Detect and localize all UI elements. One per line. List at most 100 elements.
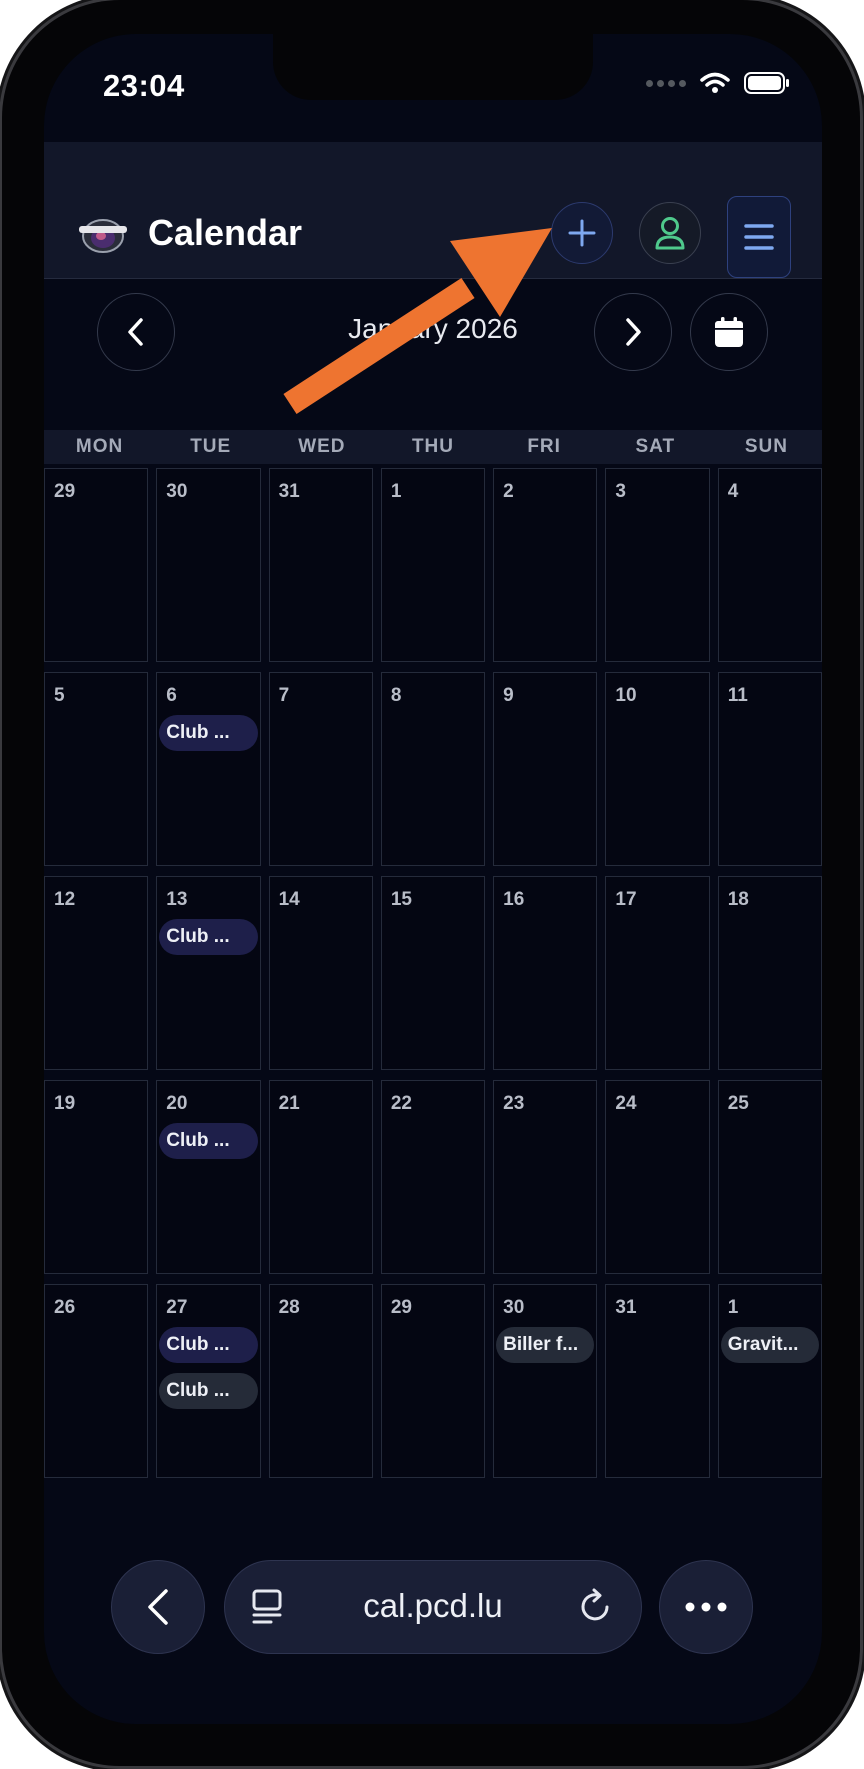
day-cell[interactable]: 3 <box>605 468 710 662</box>
day-number: 6 <box>166 685 177 706</box>
day-cell[interactable]: 16 <box>493 876 598 1070</box>
day-cell[interactable]: 31 <box>605 1284 710 1478</box>
day-cell[interactable]: 8 <box>380 672 486 866</box>
weekday-label: WED <box>298 436 346 457</box>
day-number: 13 <box>166 889 188 910</box>
event-chip[interactable]: Club ... <box>159 1327 258 1363</box>
day-cell[interactable]: 10 <box>605 672 710 866</box>
app-header: Calendar <box>44 142 822 279</box>
event-chip[interactable]: Club ... <box>159 919 258 955</box>
day-cell[interactable]: 27 Club ... Club ... <box>156 1284 261 1478</box>
day-cell[interactable]: 23 <box>493 1080 598 1274</box>
day-number: 23 <box>503 1093 525 1114</box>
day-cell[interactable]: 29 <box>44 468 149 662</box>
day-cell[interactable]: 1 <box>380 468 486 662</box>
browser-more-button[interactable] <box>659 1560 753 1654</box>
weekday-label: SAT <box>635 436 676 457</box>
day-number: 10 <box>615 685 637 706</box>
today-button[interactable] <box>690 293 768 371</box>
day-cell[interactable]: 9 <box>493 672 598 866</box>
day-cell[interactable]: 20 Club ... <box>156 1080 261 1274</box>
day-cell[interactable]: 25 <box>717 1080 822 1274</box>
event-chip[interactable]: Gravit... <box>720 1327 819 1363</box>
status-time: 23:04 <box>103 68 185 103</box>
day-cell[interactable]: 24 <box>605 1080 710 1274</box>
event-chip[interactable]: Biller f... <box>496 1327 595 1363</box>
weekday-label: TUE <box>190 436 232 457</box>
day-cell[interactable]: 30 <box>156 468 261 662</box>
hamburger-icon <box>744 224 774 250</box>
day-number: 20 <box>166 1093 188 1114</box>
day-cell[interactable]: 15 <box>380 876 486 1070</box>
event-chip[interactable]: Club ... <box>159 1373 258 1409</box>
day-cell[interactable]: 18 <box>717 876 822 1070</box>
week-row: 19 20 Club ... 21 22 23 24 25 <box>44 1080 822 1274</box>
day-cell[interactable]: 19 <box>44 1080 149 1274</box>
calendar-icon <box>715 317 743 347</box>
month-navigation: January 2026 <box>44 279 822 415</box>
day-cell[interactable]: 5 <box>44 672 149 866</box>
day-cell[interactable]: 12 <box>44 876 149 1070</box>
day-number: 14 <box>278 889 300 910</box>
day-cell[interactable]: 1 Gravit... <box>717 1284 822 1478</box>
day-number: 1 <box>727 1297 739 1318</box>
weekday-label: FRI <box>527 436 561 457</box>
day-number: 27 <box>166 1297 188 1318</box>
day-number: 16 <box>503 889 525 910</box>
screen: 23:04 Calendar January 2026 MON TUE WED … <box>44 34 822 1724</box>
plus-icon <box>568 219 596 247</box>
day-cell[interactable]: 6 Club ... <box>156 672 261 866</box>
more-icon <box>685 1602 727 1612</box>
browser-back-button[interactable] <box>111 1560 205 1654</box>
day-number: 31 <box>278 481 300 502</box>
day-cell[interactable]: 21 <box>268 1080 373 1274</box>
day-number: 25 <box>727 1093 749 1114</box>
day-cell[interactable]: 17 <box>605 876 710 1070</box>
event-chip[interactable]: Club ... <box>159 1123 258 1159</box>
weekday-label: THU <box>411 436 455 457</box>
user-profile-button[interactable] <box>639 202 701 264</box>
day-cell[interactable]: 26 <box>44 1284 149 1478</box>
day-number: 18 <box>727 889 749 910</box>
notch <box>273 34 593 100</box>
day-number: 30 <box>503 1297 525 1318</box>
cellular-signal-icon <box>646 79 686 87</box>
day-cell[interactable]: 7 <box>268 672 373 866</box>
day-cell[interactable]: 22 <box>380 1080 486 1274</box>
menu-button[interactable] <box>727 196 791 278</box>
day-number: 2 <box>503 481 514 502</box>
day-cell[interactable]: 29 <box>380 1284 486 1478</box>
day-cell[interactable]: 11 <box>717 672 822 866</box>
address-bar[interactable]: cal.pcd.lu <box>224 1560 642 1654</box>
weekday-label: MON <box>75 436 124 457</box>
day-cell[interactable]: 31 <box>268 468 373 662</box>
back-arrow-icon <box>148 1589 168 1625</box>
day-cell[interactable]: 30 Biller f... <box>493 1284 598 1478</box>
weekday-label: SUN <box>744 436 788 457</box>
day-cell[interactable]: 4 <box>717 468 822 662</box>
wifi-icon <box>700 72 730 93</box>
weekday-header: MON TUE WED THU FRI SAT SUN <box>44 430 822 464</box>
day-cell[interactable]: 2 <box>493 468 598 662</box>
day-number: 15 <box>390 889 412 910</box>
week-row: 29 30 31 1 2 3 4 <box>44 468 822 662</box>
day-number: 11 <box>727 685 748 706</box>
day-cell[interactable]: 28 <box>268 1284 373 1478</box>
battery-icon <box>744 72 789 94</box>
day-cell[interactable]: 14 <box>268 876 373 1070</box>
next-month-button[interactable] <box>594 293 672 371</box>
club-logo-icon[interactable] <box>76 214 130 254</box>
reload-icon[interactable] <box>577 1587 613 1625</box>
day-number: 24 <box>615 1093 637 1114</box>
event-chip[interactable]: Club ... <box>159 715 258 751</box>
day-number: 12 <box>54 889 76 910</box>
day-number: 7 <box>278 685 290 706</box>
add-event-button[interactable] <box>551 202 613 264</box>
day-number: 4 <box>727 481 739 502</box>
day-cell[interactable]: 13 Club ... <box>156 876 261 1070</box>
chevron-right-icon <box>626 318 641 346</box>
day-number: 29 <box>390 1297 412 1318</box>
day-number: 28 <box>278 1297 300 1318</box>
day-number: 3 <box>615 481 626 502</box>
user-icon <box>655 217 685 250</box>
